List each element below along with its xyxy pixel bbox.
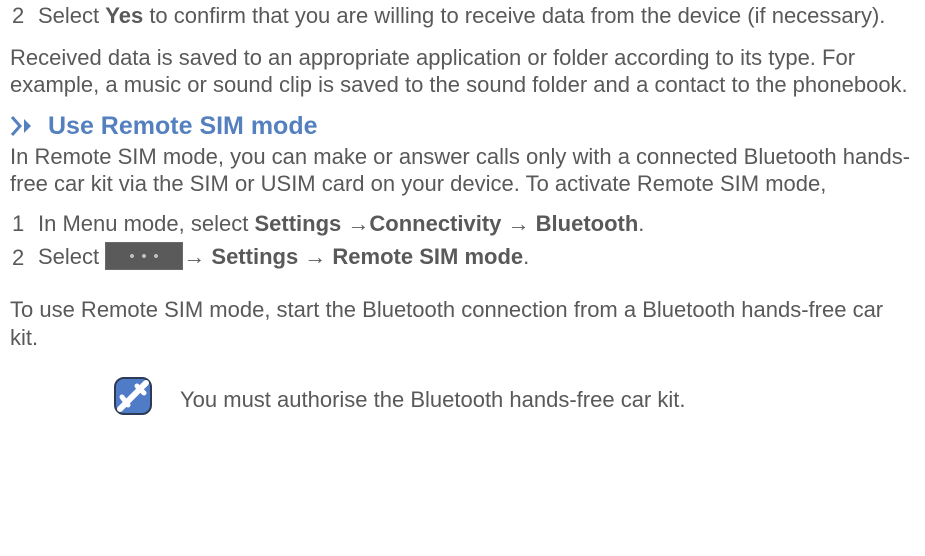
step-A-b3: Bluetooth [536,211,639,236]
step-A-body: In Menu mode, select Settings →Connectiv… [38,210,917,238]
step-2-bold: Yes [105,3,143,28]
step-B-arrow2: → [298,244,332,269]
step-A-b2: Connectivity [369,211,501,236]
step-B-number: 2 [12,244,38,272]
step-B-arrow1: → [183,244,211,269]
step-A-pre: In Menu mode, select [38,211,254,236]
step-2-pre: Select [38,3,105,28]
section-heading: Use Remote SIM mode [48,111,318,142]
step-A-arrow2: → [501,211,535,236]
received-data-paragraph: Received data is saved to an appropriate… [8,44,917,99]
step-B-pre: Select [38,244,105,269]
step-2: 2 Select Yes to confirm that you are wil… [8,2,917,30]
step-B-b2: Remote SIM mode [332,244,523,269]
step-B-dot: . [523,244,529,269]
step-B-b1: Settings [211,244,298,269]
step-A-b1: Settings [254,211,341,236]
step-A-arrow1: → [341,211,369,236]
step-2-body: Select Yes to confirm that you are willi… [38,2,917,30]
chevron-icon [10,114,40,138]
step-2-number: 2 [12,2,38,30]
step-A-number: 1 [12,210,38,238]
note-text: You must authorise the Bluetooth hands-f… [180,386,685,414]
note-row: You must authorise the Bluetooth hands-f… [8,377,917,422]
tail-paragraph: To use Remote SIM mode, start the Blueto… [8,296,917,351]
section-heading-row: Use Remote SIM mode [8,111,917,142]
step-A: 1 In Menu mode, select Settings →Connect… [8,210,917,238]
step-B: 2 Select → Settings → Remote SIM mode. [8,243,917,272]
step-2-post: to confirm that you are willing to recei… [143,3,885,28]
step-B-body: Select → Settings → Remote SIM mode. [38,243,917,272]
more-icon [105,242,183,270]
step-A-dot: . [638,211,644,236]
heading-description: In Remote SIM mode, you can make or answ… [8,143,917,198]
note-icon [114,377,152,422]
